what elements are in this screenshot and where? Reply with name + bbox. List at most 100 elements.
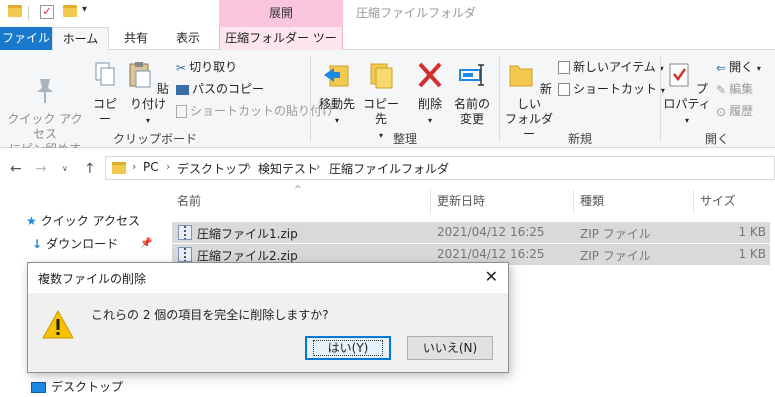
breadcrumb-chevron-icon[interactable]: › bbox=[247, 160, 251, 173]
rename-label-2: 変更 bbox=[459, 112, 484, 126]
nav-desktop-label: デスクトップ bbox=[51, 380, 124, 394]
properties-icon bbox=[669, 63, 689, 87]
divider bbox=[573, 190, 574, 214]
breadcrumb-chevron-icon[interactable]: › bbox=[132, 160, 136, 173]
column-header-name[interactable]: 名前 bbox=[177, 192, 201, 209]
breadcrumb-current-folder[interactable]: 圧縮ファイルフォルダ bbox=[329, 160, 449, 177]
new-item-label: 新しいアイテム bbox=[573, 60, 656, 74]
close-icon[interactable]: ✕ bbox=[485, 267, 498, 286]
ribbon-tab-row: ファイル ホーム 共有 表示 圧縮フォルダー ツール bbox=[0, 27, 775, 68]
divider bbox=[28, 6, 29, 20]
copy-to-icon bbox=[370, 63, 393, 89]
cut-button[interactable]: ✂ 切り取り bbox=[176, 59, 237, 76]
file-row[interactable]: 圧縮ファイル1.zip 2021/04/12 16:25 ZIP ファイル 1 … bbox=[172, 222, 770, 243]
properties-button[interactable]: プロパティ ▾ bbox=[662, 60, 712, 128]
zip-file-icon bbox=[178, 225, 192, 240]
nav-item-quick-access[interactable]: ★ クイック アクセス bbox=[26, 212, 140, 229]
new-group-label: 新規 bbox=[567, 132, 592, 146]
tab-home[interactable]: ホーム bbox=[52, 27, 109, 51]
move-to-button[interactable]: 移動先 ▾ bbox=[316, 60, 358, 128]
no-button[interactable]: いいえ(N) bbox=[407, 336, 493, 360]
paste-shortcut-label: ショートカットの貼り付け bbox=[190, 104, 335, 118]
new-item-icon bbox=[558, 61, 570, 74]
file-type: ZIP ファイル bbox=[580, 249, 651, 263]
navigation-bar: ← → ∨ ↑ › PC › デスクトップ › 検知テスト › 圧縮ファイルフォ… bbox=[0, 148, 775, 188]
paste-button[interactable]: 貼り付け ▾ bbox=[124, 60, 172, 128]
divider bbox=[430, 190, 431, 214]
column-header-type[interactable]: 種類 bbox=[580, 192, 604, 209]
rename-button[interactable]: 名前の 変更 bbox=[450, 60, 494, 127]
column-header-date[interactable]: 更新日時 bbox=[437, 192, 485, 209]
tab-share[interactable]: 共有 bbox=[114, 27, 158, 50]
edit-label: 編集 bbox=[729, 82, 754, 96]
history-label: 履歴 bbox=[729, 104, 754, 118]
history-button[interactable]: ⊙ 履歴 bbox=[716, 103, 753, 120]
paste-icon bbox=[129, 62, 151, 88]
copy-button[interactable]: コピー bbox=[88, 60, 122, 127]
zip-file-icon bbox=[178, 247, 192, 262]
dialog-titlebar[interactable]: 複数ファイルの削除 ✕ bbox=[28, 263, 508, 293]
easy-access-label: ショートカット bbox=[573, 82, 658, 96]
move-to-dropdown-icon: ▾ bbox=[334, 116, 339, 125]
copy-icon bbox=[95, 62, 115, 86]
pin-icon: 📌 bbox=[140, 238, 153, 249]
sort-ascending-icon: ^ bbox=[294, 185, 302, 195]
delete-dropdown-icon: ▾ bbox=[427, 116, 432, 125]
recent-locations-chevron-icon[interactable]: ∨ bbox=[62, 164, 68, 173]
file-date: 2021/04/12 16:25 bbox=[437, 247, 545, 261]
column-header-size[interactable]: サイズ bbox=[700, 192, 736, 209]
open-dropdown-icon: ▾ bbox=[756, 64, 761, 73]
window-titlebar: ✓ ▾ 展開 圧縮ファイルフォルダ bbox=[0, 0, 775, 27]
delete-confirm-dialog: 複数ファイルの削除 ✕ これらの 2 個の項目を完全に削除しますか? はい(Y)… bbox=[27, 262, 509, 373]
open-label: 開く bbox=[729, 60, 754, 74]
easy-access-button[interactable]: ショートカット ▾ bbox=[558, 81, 665, 99]
scissors-icon: ✂ bbox=[176, 60, 187, 75]
open-icon: ⇐ bbox=[716, 60, 727, 75]
file-date: 2021/04/12 16:25 bbox=[437, 225, 545, 239]
breadcrumb-desktop[interactable]: デスクトップ bbox=[177, 160, 249, 177]
nav-item-desktop[interactable]: デスクトップ bbox=[31, 378, 123, 395]
nav-downloads-label: ダウンロード bbox=[46, 237, 119, 251]
edit-icon: ✎ bbox=[716, 82, 727, 97]
organize-group-label: 整理 bbox=[392, 132, 417, 146]
new-item-button[interactable]: 新しいアイテム ▾ bbox=[558, 59, 664, 77]
monitor-icon bbox=[31, 382, 46, 393]
properties-quick-icon[interactable]: ✓ bbox=[40, 5, 54, 19]
properties-dropdown-icon: ▾ bbox=[684, 116, 689, 125]
new-folder-quick-icon[interactable] bbox=[63, 5, 77, 17]
edit-button[interactable]: ✎ 編集 bbox=[716, 81, 753, 98]
move-to-icon bbox=[324, 65, 349, 87]
tab-compressed-folder-tools[interactable]: 圧縮フォルダー ツール bbox=[219, 27, 343, 68]
copy-path-button[interactable]: パスのコピー bbox=[176, 81, 264, 97]
breadcrumb-chevron-icon[interactable]: › bbox=[316, 160, 320, 173]
up-arrow-icon[interactable]: ↑ bbox=[84, 161, 96, 177]
delete-button[interactable]: 削除 ▾ bbox=[410, 60, 450, 128]
copy-label: コピー bbox=[92, 97, 117, 126]
file-size: 1 KB bbox=[738, 225, 766, 239]
warning-icon bbox=[42, 309, 74, 339]
breadcrumb-test-folder[interactable]: 検知テスト bbox=[258, 160, 318, 177]
forward-arrow-icon[interactable]: → bbox=[35, 161, 47, 177]
open-group-label: 開く bbox=[704, 132, 729, 146]
yes-button-label: はい(Y) bbox=[312, 340, 384, 356]
download-arrow-icon: ↓ bbox=[32, 237, 43, 251]
nav-item-downloads[interactable]: ↓ ダウンロード bbox=[32, 235, 118, 252]
tab-view[interactable]: 表示 bbox=[164, 27, 212, 50]
rename-icon bbox=[459, 64, 484, 86]
shortcut-link-icon bbox=[558, 83, 570, 96]
delete-label: 削除 bbox=[417, 97, 442, 111]
cut-label: 切り取り bbox=[189, 60, 238, 74]
open-button[interactable]: ⇐ 開く ▾ bbox=[716, 59, 761, 77]
breadcrumb-pc[interactable]: PC bbox=[143, 160, 159, 174]
new-folder-icon bbox=[509, 65, 533, 87]
tab-file[interactable]: ファイル bbox=[0, 27, 52, 50]
file-type: ZIP ファイル bbox=[580, 227, 651, 241]
back-arrow-icon[interactable]: ← bbox=[10, 161, 22, 177]
copy-to-label: コピー先 bbox=[362, 97, 399, 126]
ribbon: クイック アクセス にピン留めする コピー 貼り付け▾ ✂切り取り パスのコピー… bbox=[0, 50, 775, 171]
address-bar[interactable]: › PC › デスクトップ › 検知テスト › 圧縮ファイルフォルダ bbox=[105, 156, 775, 180]
customize-quick-access-icon[interactable]: ▾ bbox=[82, 4, 87, 15]
yes-button[interactable]: はい(Y) bbox=[305, 336, 391, 360]
breadcrumb-chevron-icon[interactable]: › bbox=[166, 160, 170, 173]
divider bbox=[693, 190, 694, 214]
